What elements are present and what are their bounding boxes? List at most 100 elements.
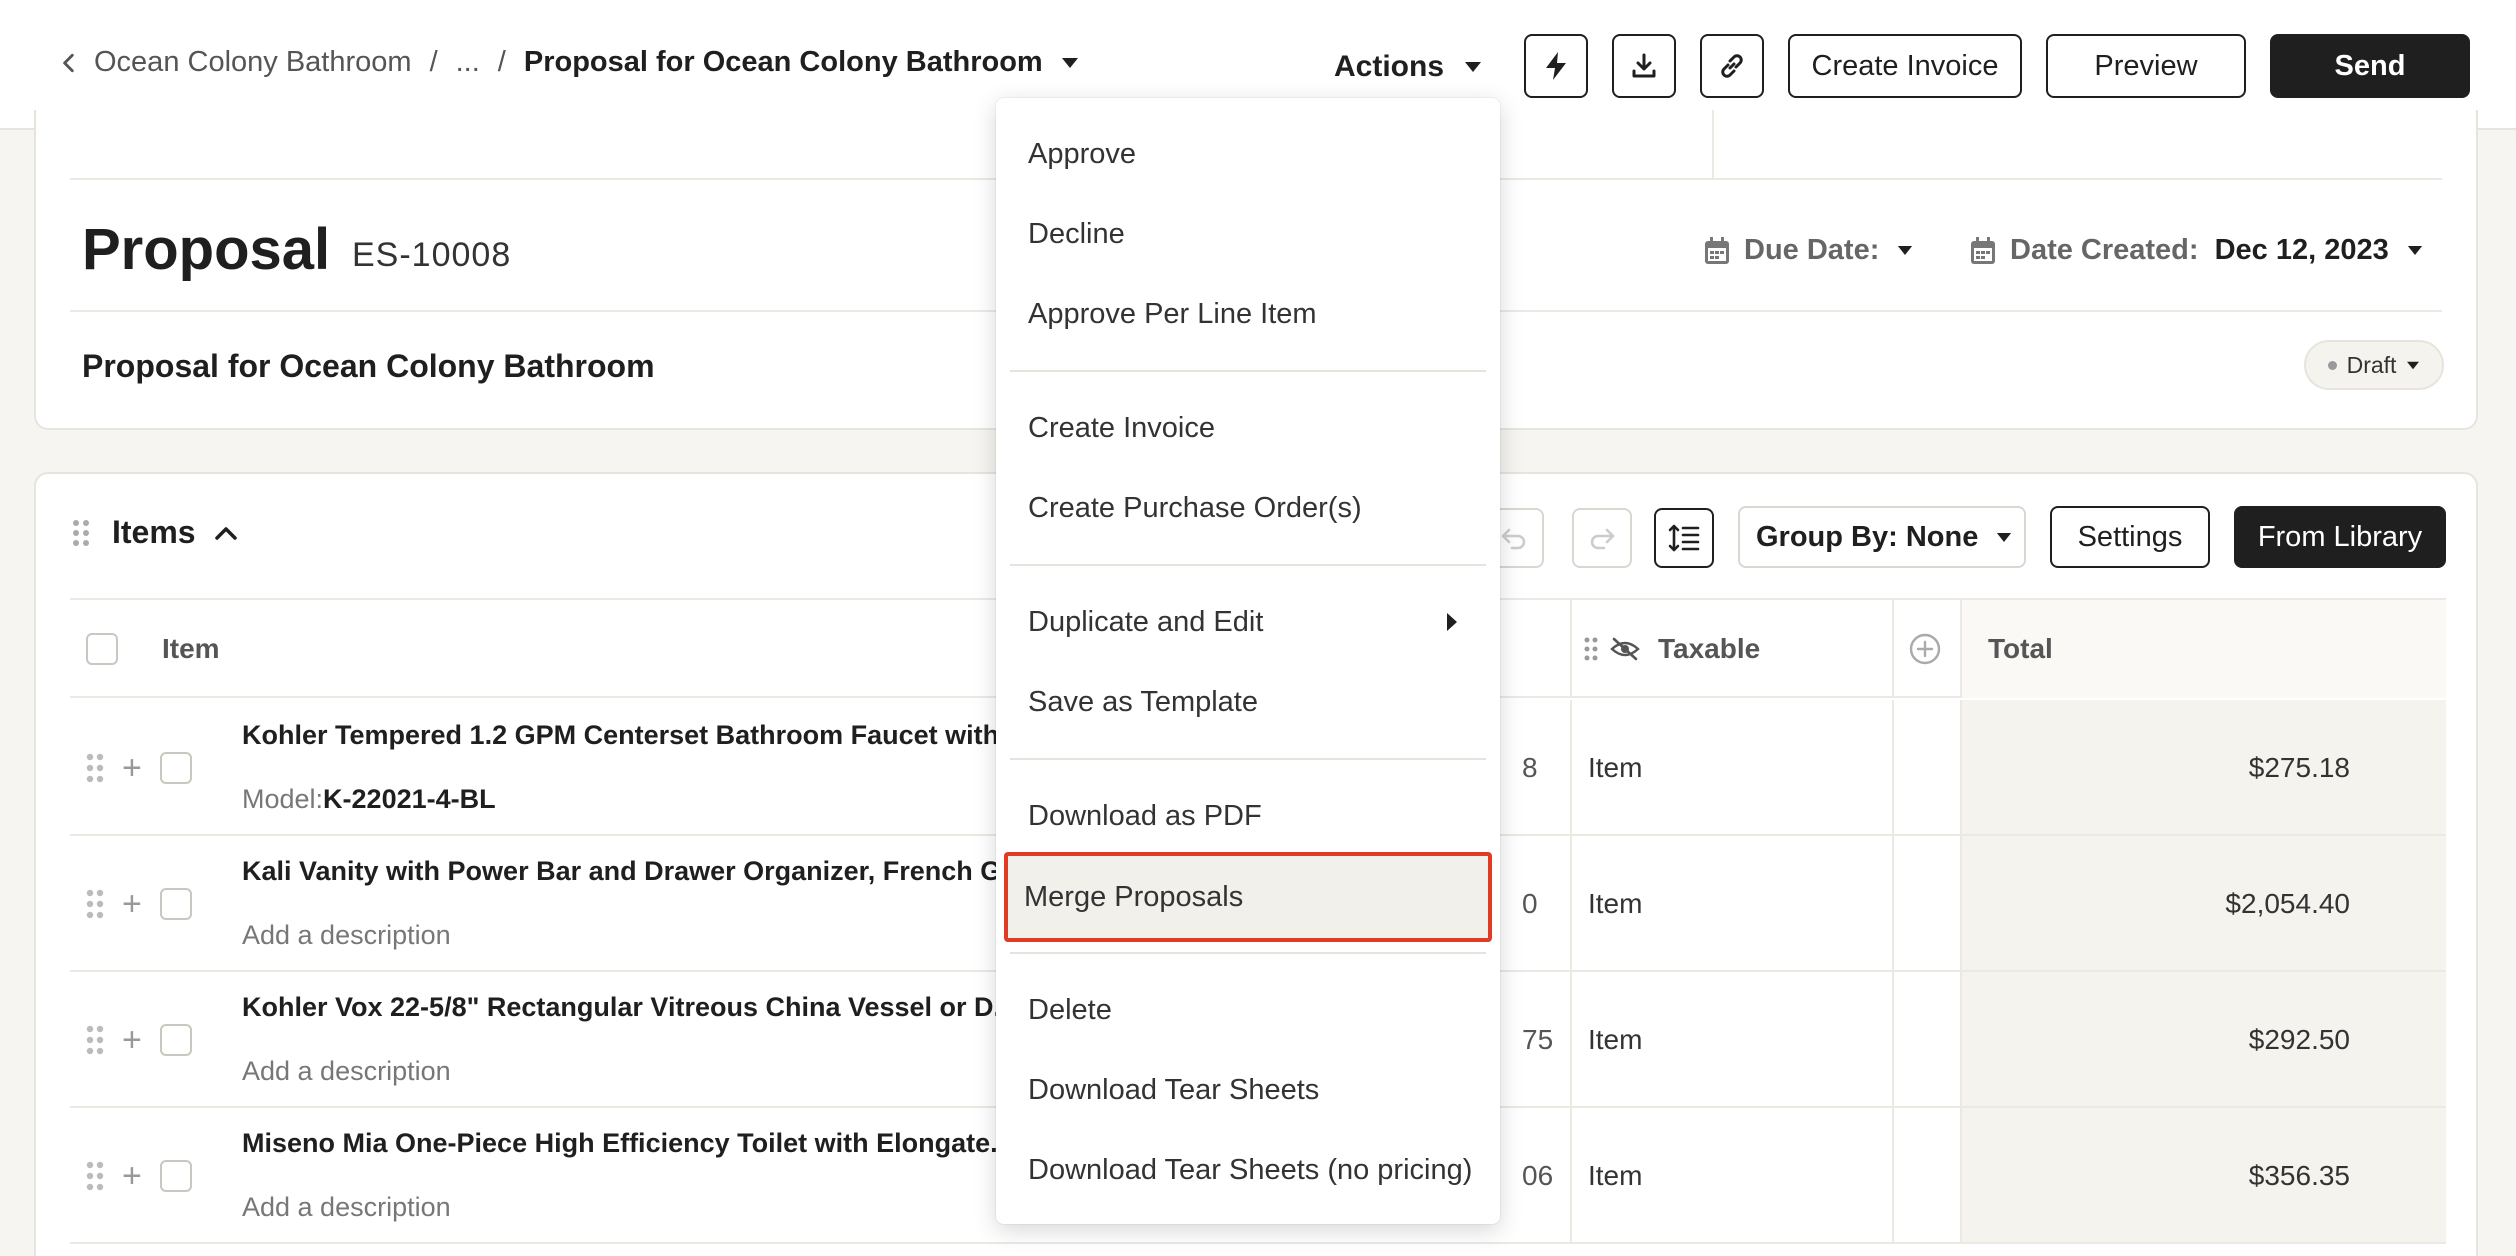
menu-item-decline[interactable]: Decline (1010, 194, 1486, 274)
item-name[interactable]: Kohler Tempered 1.2 GPM Centerset Bathro… (242, 720, 1068, 751)
items-title: Items (112, 514, 196, 550)
drag-handle-icon[interactable] (86, 889, 104, 919)
lightning-icon (1546, 52, 1566, 80)
from-library-button[interactable]: From Library (2234, 506, 2446, 568)
menu-item-download-tear-sheets[interactable]: Download Tear Sheets (1010, 1050, 1486, 1130)
date-created-label: Date Created: (2010, 234, 2199, 266)
menu-item-create-purchase-orders[interactable]: Create Purchase Order(s) (1010, 468, 1486, 548)
download-button[interactable] (1612, 34, 1676, 98)
page-title: Proposal (82, 217, 331, 282)
model-label: Model: (242, 784, 324, 814)
download-icon (1632, 53, 1656, 78)
breadcrumb-current: Proposal for Ocean Colony Bathroom (523, 46, 1043, 78)
cell-taxable[interactable]: Item (1588, 1160, 1642, 1192)
add-row-icon[interactable]: + (122, 1023, 142, 1057)
settings-button[interactable]: Settings (2050, 506, 2210, 568)
cell-partial-value: 0 (1522, 888, 1538, 919)
drag-handle-icon[interactable] (1584, 637, 1598, 661)
add-row-icon[interactable]: + (122, 751, 142, 785)
status-dot (2327, 360, 2337, 370)
drag-handle-icon[interactable] (86, 1161, 104, 1191)
cell-total: $356.35 (2248, 1160, 2350, 1191)
plus-circle-icon[interactable] (1908, 632, 1942, 666)
breadcrumb-ellipsis[interactable]: ... (456, 46, 480, 79)
menu-item-merge-proposals[interactable]: Merge Proposals (1004, 852, 1492, 942)
column-divider (1892, 1108, 1894, 1242)
column-header-total[interactable]: Total (1988, 600, 2053, 698)
menu-item-create-invoice[interactable]: Create Invoice (1010, 388, 1486, 468)
add-row-icon[interactable]: + (122, 1159, 142, 1193)
chevron-left-icon[interactable] (58, 52, 80, 74)
actions-dropdown-button[interactable]: Actions (1334, 40, 1482, 94)
item-name[interactable]: Kali Vanity with Power Bar and Drawer Or… (242, 856, 1068, 887)
caret-right-icon (1447, 613, 1457, 631)
chevron-up-icon[interactable] (214, 525, 238, 541)
menu-item-approve[interactable]: Approve (1010, 114, 1486, 194)
breadcrumb-parent-link[interactable]: Ocean Colony Bathroom (94, 46, 412, 79)
caret-down-icon (1465, 62, 1482, 72)
eye-off-icon[interactable] (1610, 637, 1640, 661)
row-checkbox[interactable] (159, 752, 192, 784)
due-date-field[interactable]: Due Date: (1704, 234, 1913, 267)
cell-taxable[interactable]: Item (1588, 752, 1642, 784)
date-created-value: Dec 12, 2023 (2214, 234, 2389, 266)
preview-button[interactable]: Preview (2046, 34, 2246, 98)
status-label: Draft (2346, 351, 2397, 378)
menu-item-save-as-template[interactable]: Save as Template (1010, 662, 1486, 742)
divider (1712, 110, 1714, 178)
group-by-dropdown[interactable]: Group By: None (1738, 506, 2026, 568)
cell-taxable[interactable]: Item (1588, 1024, 1642, 1056)
menu-item-duplicate-and-edit[interactable]: Duplicate and Edit (1010, 582, 1486, 662)
item-description-placeholder[interactable]: Add a description (242, 1192, 451, 1223)
column-divider (1570, 836, 1572, 970)
drag-handle-icon[interactable] (72, 519, 90, 547)
menu-item-download-as-pdf[interactable]: Download as PDF (1010, 776, 1486, 856)
column-divider (1892, 972, 1894, 1106)
column-divider (1570, 700, 1572, 834)
line-spacing-button[interactable] (1654, 508, 1714, 568)
select-all-checkbox[interactable] (86, 633, 118, 665)
redo-icon (1590, 528, 1615, 550)
quick-action-button[interactable] (1524, 34, 1588, 98)
send-button[interactable]: Send (2270, 34, 2470, 98)
column-divider (1960, 600, 1962, 698)
menu-divider (1010, 564, 1486, 566)
menu-item-download-tear-sheets-no-pricing[interactable]: Download Tear Sheets (no pricing) (1010, 1130, 1486, 1210)
line-spacing-icon (1668, 524, 1700, 552)
column-divider (1570, 972, 1572, 1106)
row-checkbox[interactable] (159, 1024, 192, 1056)
column-divider (1892, 700, 1894, 834)
group-by-label: Group By: None (1756, 520, 1979, 553)
cell-partial-value: 75 (1522, 1024, 1554, 1055)
item-model: Model:K-22021-4-BL (242, 784, 496, 815)
menu-item-delete[interactable]: Delete (1010, 970, 1486, 1050)
row-checkbox[interactable] (159, 1160, 192, 1192)
caret-down-icon[interactable] (1061, 57, 1079, 69)
add-row-icon[interactable]: + (122, 887, 142, 921)
column-header-taxable[interactable]: Taxable (1658, 633, 1760, 665)
drag-handle-icon[interactable] (86, 753, 104, 783)
calendar-icon (1705, 236, 1729, 264)
drag-handle-icon[interactable] (86, 1025, 104, 1055)
total-column-background (1960, 700, 2446, 834)
column-header-item[interactable]: Item (162, 600, 220, 698)
column-divider (1570, 600, 1572, 698)
calendar-icon (1971, 236, 1995, 264)
menu-item-approve-per-line-item[interactable]: Approve Per Line Item (1010, 274, 1486, 354)
item-name[interactable]: Kohler Vox 22-5/8" Rectangular Vitreous … (242, 992, 1068, 1023)
create-invoice-button[interactable]: Create Invoice (1788, 34, 2022, 98)
item-name[interactable]: Miseno Mia One-Piece High Efficiency Toi… (242, 1128, 1068, 1159)
row-checkbox[interactable] (159, 888, 192, 920)
cell-taxable[interactable]: Item (1588, 888, 1642, 920)
menu-divider (1010, 952, 1486, 954)
column-divider (1892, 836, 1894, 970)
date-created-field[interactable]: Date Created: Dec 12, 2023 (1970, 234, 2423, 267)
copy-link-button[interactable] (1700, 34, 1764, 98)
menu-divider (1010, 758, 1486, 760)
redo-button[interactable] (1572, 508, 1632, 568)
item-description-placeholder[interactable]: Add a description (242, 920, 451, 951)
total-column-background (1960, 972, 2446, 1106)
item-description-placeholder[interactable]: Add a description (242, 1056, 451, 1087)
status-badge[interactable]: Draft (2304, 340, 2444, 390)
column-divider (1960, 1108, 1962, 1242)
